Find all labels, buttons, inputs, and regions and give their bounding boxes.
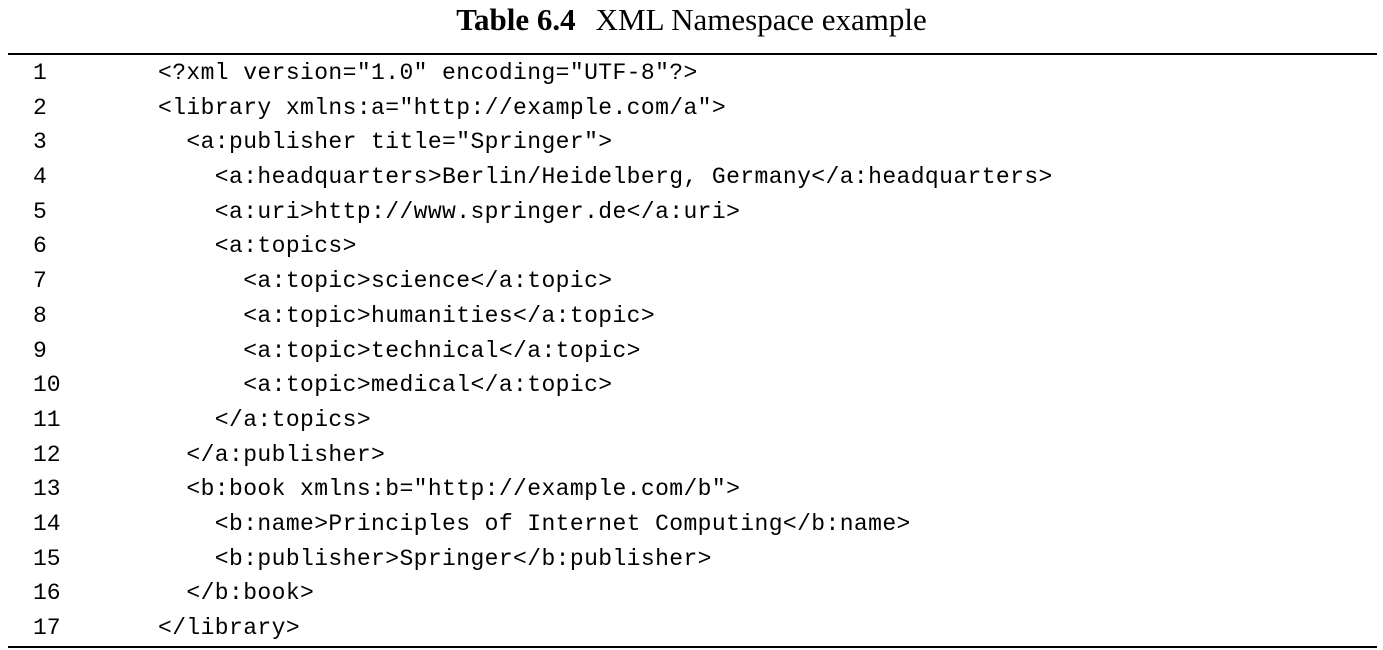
- code-line: 7 <a:topic>science</a:topic>: [0, 264, 1383, 299]
- line-number: 9: [33, 337, 47, 364]
- line-code: <a:topic>science</a:topic>: [158, 268, 613, 295]
- code-line: 2 <library xmlns:a="http://example.com/a"…: [0, 91, 1383, 126]
- line-number: 13: [33, 476, 61, 503]
- code-line: 13 <b:book xmlns:b="http://example.com/b…: [0, 472, 1383, 507]
- code-line: 5 <a:uri>http://www.springer.de</a:uri>: [0, 195, 1383, 230]
- line-code: <a:headquarters>Berlin/Heidelberg, Germa…: [158, 164, 1053, 191]
- line-number: 1: [33, 60, 47, 86]
- line-number: 16: [33, 580, 61, 607]
- code-line: 8 <a:topic>humanities</a:topic>: [0, 299, 1383, 334]
- code-line: 4 <a:headquarters>Berlin/Heidelberg, Ger…: [0, 160, 1383, 195]
- line-code: <?xml version="1.0" encoding="UTF-8"?>: [158, 60, 698, 86]
- code-line: 10 <a:topic>medical</a:topic>: [0, 368, 1383, 403]
- table-label: Table 6.4: [456, 2, 576, 37]
- table-caption: Table 6.4 XML Namespace example: [0, 0, 1383, 44]
- line-code: <a:publisher title="Springer">: [158, 129, 613, 156]
- code-line: 9 <a:topic>technical</a:topic>: [0, 334, 1383, 369]
- line-number: 5: [33, 198, 47, 225]
- line-code: <library xmlns:a="http://example.com/a">: [158, 94, 727, 121]
- line-code: <b:publisher>Springer</b:publisher>: [158, 545, 712, 572]
- line-number: 3: [33, 129, 47, 156]
- line-code: </b:book>: [158, 580, 315, 607]
- line-number: 17: [33, 615, 61, 641]
- line-code: <a:topic>medical</a:topic>: [158, 372, 613, 399]
- bottom-rule: [8, 646, 1377, 648]
- line-number: 4: [33, 164, 47, 191]
- top-rule: [8, 53, 1377, 55]
- line-number: 14: [33, 510, 61, 537]
- code-line: 15 <b:publisher>Springer</b:publisher>: [0, 542, 1383, 577]
- line-code: </library>: [158, 615, 301, 641]
- line-number: 15: [33, 545, 61, 572]
- line-number: 8: [33, 302, 47, 329]
- code-listing: 1 <?xml version="1.0" encoding="UTF-8"?> …: [0, 56, 1383, 646]
- code-line: 16 </b:book>: [0, 576, 1383, 611]
- code-line: 12 </a:publisher>: [0, 438, 1383, 473]
- line-number: 6: [33, 233, 47, 260]
- code-line: 3 <a:publisher title="Springer">: [0, 125, 1383, 160]
- line-code: <a:topic>technical</a:topic>: [158, 337, 641, 364]
- code-line: 11 </a:topics>: [0, 403, 1383, 438]
- line-number: 11: [33, 406, 61, 433]
- line-code: <a:uri>http://www.springer.de</a:uri>: [158, 198, 741, 225]
- line-code: <b:book xmlns:b="http://example.com/b">: [158, 476, 741, 503]
- line-number: 12: [33, 441, 61, 468]
- line-code: <a:topic>humanities</a:topic>: [158, 302, 656, 329]
- line-number: 10: [33, 372, 61, 399]
- line-code: <a:topics>: [158, 233, 357, 260]
- line-code: </a:topics>: [158, 406, 372, 433]
- code-line: 14 <b:name>Principles of Internet Comput…: [0, 507, 1383, 542]
- line-code: </a:publisher>: [158, 441, 386, 468]
- table-title: XML Namespace example: [595, 2, 927, 37]
- code-line: 1 <?xml version="1.0" encoding="UTF-8"?>: [0, 56, 1383, 91]
- code-line: 6 <a:topics>: [0, 229, 1383, 264]
- line-number: 2: [33, 94, 47, 121]
- line-code: <b:name>Principles of Internet Computing…: [158, 510, 911, 537]
- code-line: 17 </library>: [0, 611, 1383, 646]
- line-number: 7: [33, 268, 47, 295]
